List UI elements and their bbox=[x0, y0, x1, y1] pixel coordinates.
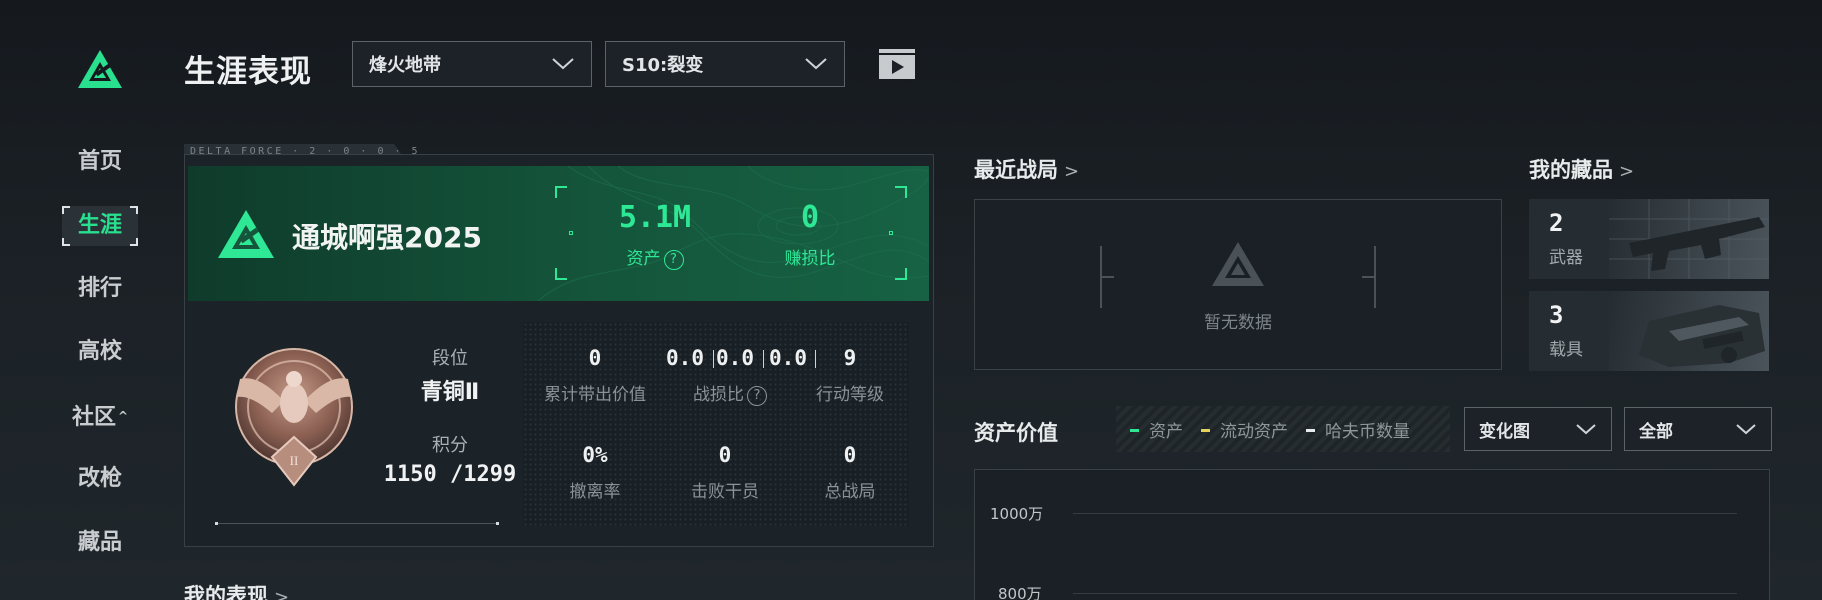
divider-dot bbox=[215, 522, 218, 525]
kd-value-2: 0.0 bbox=[716, 346, 754, 370]
nav-item-collection[interactable]: 藏品 bbox=[60, 526, 140, 560]
nav-item-gunsmith[interactable]: 改枪 bbox=[60, 462, 140, 496]
y-tick-label: 800万 bbox=[998, 585, 1042, 600]
legend-swatch bbox=[1130, 428, 1139, 432]
asset-value-chart bbox=[974, 469, 1770, 600]
defeated-value: 0 bbox=[718, 443, 732, 467]
vehicles-count: 3 bbox=[1549, 301, 1564, 329]
vehicle-image bbox=[1609, 291, 1769, 371]
legend-label: 流动资产 bbox=[1220, 421, 1288, 442]
chevron-down-icon bbox=[552, 58, 574, 70]
season-select[interactable]: S10:裂变 bbox=[605, 41, 845, 87]
video-replay-icon[interactable] bbox=[878, 48, 916, 80]
nav-item-university[interactable]: 高校 bbox=[60, 335, 140, 369]
rank-badge-icon: II bbox=[235, 348, 353, 487]
range-select[interactable]: 全部 bbox=[1624, 407, 1772, 451]
nav-item-ranking[interactable]: 排行 bbox=[60, 272, 140, 306]
recent-matches-link[interactable]: 最近战局 > bbox=[974, 154, 1079, 184]
my-performance-link[interactable]: 我的表现 > bbox=[184, 580, 289, 600]
collection-card-vehicles[interactable]: 3 载具 bbox=[1529, 291, 1769, 371]
legend-swatch bbox=[1306, 428, 1315, 432]
chevron-up-icon: ^ bbox=[117, 409, 129, 423]
legend-label: 哈夫币数量 bbox=[1325, 421, 1410, 442]
chart-legend: 资产 流动资产 哈夫币数量 bbox=[1116, 406, 1450, 452]
nav-item-community-label: 社区 bbox=[71, 405, 116, 430]
player-name: 通城啊强2025 bbox=[292, 221, 482, 254]
kd-label: 战损比? bbox=[670, 380, 790, 406]
chevron-right-icon: > bbox=[274, 587, 290, 600]
total-matches-label: 总战局 bbox=[824, 482, 876, 502]
kd-separator bbox=[815, 350, 816, 368]
asset-value-title: 资产价值 bbox=[974, 421, 1058, 445]
badge-numeral: II bbox=[290, 453, 299, 468]
chart-gridline bbox=[1073, 513, 1737, 514]
vehicles-label: 载具 bbox=[1549, 340, 1583, 360]
chart-type-value: 变化图 bbox=[1479, 421, 1530, 442]
badge-divider bbox=[216, 523, 498, 524]
profit-ratio-label: 赚损比 bbox=[784, 249, 836, 269]
weapons-count: 2 bbox=[1549, 209, 1564, 237]
chevron-down-icon bbox=[805, 58, 827, 70]
assets-label-text: 资产 bbox=[626, 249, 661, 269]
kd-value-3: 0.0 bbox=[769, 346, 807, 370]
chevron-down-icon bbox=[1576, 424, 1596, 435]
chevron-right-icon: > bbox=[1619, 161, 1635, 182]
mode-select-value: 烽火地带 bbox=[369, 55, 441, 76]
chevron-down-icon bbox=[1736, 424, 1756, 435]
bracket-right-tick bbox=[1362, 276, 1376, 278]
chevron-right-icon: > bbox=[1064, 161, 1080, 182]
collection-link[interactable]: 我的藏品 > bbox=[1529, 154, 1634, 184]
bracket-left-tick bbox=[1100, 276, 1114, 278]
legend-item-assets[interactable]: 资产 bbox=[1130, 417, 1183, 442]
chart-gridline bbox=[1073, 593, 1737, 594]
weapons-label: 武器 bbox=[1549, 248, 1583, 268]
collection-title: 我的藏品 bbox=[1529, 158, 1613, 182]
rank-label: 段位 bbox=[432, 348, 468, 369]
weapon-image bbox=[1609, 199, 1769, 279]
mode-select[interactable]: 烽火地带 bbox=[352, 41, 592, 87]
kd-value-1: 0.0 bbox=[666, 346, 704, 370]
help-icon[interactable]: ? bbox=[663, 250, 684, 270]
score-value: 1150 /1299 bbox=[383, 462, 517, 487]
extracted-value: 0 bbox=[588, 346, 602, 370]
season-select-value: S10:裂变 bbox=[622, 55, 704, 76]
assets-label: 资产? bbox=[600, 244, 710, 270]
nav-item-community[interactable]: 社区 ^ bbox=[60, 399, 140, 433]
action-level-value: 9 bbox=[843, 346, 857, 370]
delta-force-logo[interactable] bbox=[76, 48, 124, 90]
escape-rate-label: 撤离率 bbox=[569, 482, 621, 502]
rifle-icon bbox=[1609, 199, 1769, 279]
collection-card-weapons[interactable]: 2 武器 bbox=[1529, 199, 1769, 279]
y-tick-label: 1000万 bbox=[990, 505, 1044, 523]
extracted-label: 累计带出价值 bbox=[544, 385, 646, 405]
empty-state-text: 暂无数据 bbox=[1204, 313, 1272, 333]
divider-dot bbox=[496, 522, 499, 525]
page-title: 生涯表现 bbox=[184, 54, 312, 90]
vehicle-icon bbox=[1639, 305, 1765, 367]
legend-swatch bbox=[1201, 428, 1210, 432]
player-emblem-icon bbox=[218, 210, 274, 258]
chart-type-select[interactable]: 变化图 bbox=[1464, 407, 1612, 451]
nav-item-career[interactable]: 生涯 bbox=[60, 209, 140, 243]
rank-value: 青铜Ⅱ bbox=[420, 380, 480, 405]
total-matches-value: 0 bbox=[843, 443, 857, 467]
empty-state-icon bbox=[1212, 242, 1264, 286]
action-level-label: 行动等级 bbox=[816, 385, 884, 405]
legend-item-coins[interactable]: 哈夫币数量 bbox=[1306, 417, 1410, 442]
defeated-label: 击败干员 bbox=[691, 482, 759, 502]
my-performance-title: 我的表现 bbox=[184, 584, 268, 600]
assets-value: 5.1M bbox=[618, 200, 692, 235]
legend-item-liquid[interactable]: 流动资产 bbox=[1201, 417, 1288, 442]
help-icon[interactable]: ? bbox=[747, 386, 767, 406]
nav-item-home[interactable]: 首页 bbox=[60, 145, 140, 179]
profit-ratio-value: 0 bbox=[800, 200, 820, 235]
range-value: 全部 bbox=[1639, 421, 1673, 442]
legend-label: 资产 bbox=[1149, 421, 1183, 442]
score-label: 积分 bbox=[432, 435, 468, 456]
kd-label-text: 战损比 bbox=[693, 385, 744, 405]
escape-rate-value: 0% bbox=[582, 443, 608, 467]
recent-matches-title: 最近战局 bbox=[974, 158, 1058, 182]
